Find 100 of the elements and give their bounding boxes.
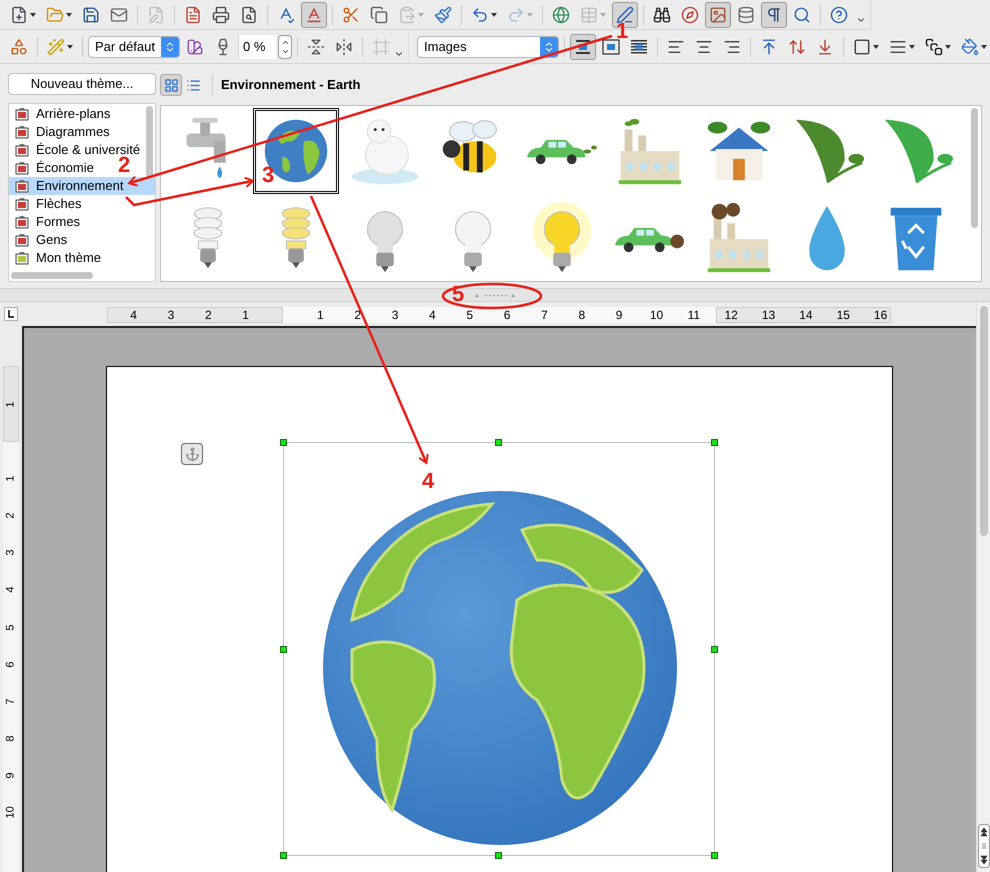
theme-list-item[interactable]: Formes <box>9 213 82 231</box>
printer-icon <box>212 6 230 24</box>
new-document-icon <box>10 6 28 24</box>
wand-icon <box>47 38 65 56</box>
flip-vertical-icon <box>307 38 325 56</box>
tab-stop-icon[interactable] <box>4 307 18 321</box>
theme-label: Mon thème <box>36 249 102 268</box>
ruler-label: 9 <box>6 771 16 780</box>
binoculars-icon <box>653 6 671 24</box>
resize-handle[interactable] <box>280 439 287 446</box>
align-bottom-icon <box>816 38 834 56</box>
scrollbar[interactable] <box>146 106 153 178</box>
border-icon <box>853 38 871 56</box>
new-theme-button[interactable]: Nouveau thème... <box>8 73 156 95</box>
caret-icon <box>873 44 879 48</box>
theme-list-item[interactable]: Diagrammes <box>9 123 112 141</box>
icon-view-button[interactable] <box>160 74 182 96</box>
shapes-icon <box>10 38 28 56</box>
annotation-number: 3 <box>262 164 274 186</box>
theme-icon <box>15 143 29 157</box>
align-middle-icon <box>788 38 806 56</box>
scrollbar-thumb[interactable] <box>980 306 988 536</box>
theme-list-item[interactable]: Environnement <box>9 177 155 195</box>
anchor-icon[interactable] <box>181 443 203 465</box>
theme-label: Économie <box>36 159 94 178</box>
folder-icon <box>46 6 64 24</box>
resize-handle[interactable] <box>495 439 502 446</box>
dropdown-select[interactable]: Images <box>417 36 559 58</box>
caret-icon <box>600 12 606 16</box>
toolbar-button[interactable] <box>761 2 787 28</box>
ruler-label: 2 <box>204 308 212 322</box>
ruler-label: 12 <box>724 308 738 322</box>
globe-icon <box>552 6 570 24</box>
theme-icon <box>15 125 29 139</box>
ruler-label: 1 <box>6 400 16 410</box>
scrollbar[interactable] <box>11 272 93 279</box>
align-top-icon <box>760 38 778 56</box>
scissors-icon <box>342 6 360 24</box>
caret-icon <box>527 12 533 16</box>
help-icon <box>830 6 848 24</box>
grid-icon <box>164 78 178 92</box>
dropdown-select[interactable]: Par défaut <box>88 36 180 58</box>
theme-list-item[interactable]: Arrière-plans <box>9 105 112 123</box>
spin-button[interactable] <box>278 34 292 58</box>
resize-handle[interactable] <box>495 852 502 859</box>
input-field[interactable]: 0 % <box>238 34 276 58</box>
paint-bucket-icon <box>961 38 979 56</box>
resize-handle[interactable] <box>280 646 287 653</box>
table-icon <box>580 6 598 24</box>
undo-icon <box>471 6 489 24</box>
resize-handle[interactable] <box>711 646 718 653</box>
pdf-icon <box>184 6 202 24</box>
resize-handle[interactable] <box>711 852 718 859</box>
page-navigation-icon[interactable] <box>978 824 990 868</box>
redo-icon <box>507 6 525 24</box>
annotation-number: 4 <box>422 470 434 492</box>
frame-icon <box>372 38 390 56</box>
theme-list-item[interactable]: Gens <box>9 231 70 249</box>
select-value: Par défaut <box>95 38 155 56</box>
caret-icon <box>909 44 915 48</box>
theme-list-item[interactable]: Flèches <box>9 195 84 213</box>
caret-icon <box>66 12 72 16</box>
shadow-icon <box>925 38 943 56</box>
ruler-label: 4 <box>429 308 436 322</box>
ruler-label: 6 <box>6 660 16 670</box>
mail-icon <box>110 6 128 24</box>
resize-handle[interactable] <box>280 852 287 859</box>
wrap-off-icon <box>574 38 592 54</box>
theme-label: Arrière-plans <box>36 105 110 124</box>
resize-handle[interactable] <box>711 439 718 446</box>
theme-label: Gens <box>36 231 68 250</box>
ruler-label: 1 <box>6 474 16 484</box>
theme-list-item[interactable]: Économie <box>9 159 96 177</box>
theme-icon <box>15 251 29 265</box>
toolbar-button[interactable] <box>570 34 596 60</box>
scrollbar[interactable] <box>976 302 990 872</box>
caret-icon <box>945 44 951 48</box>
ruler-label: 11 <box>688 308 700 322</box>
scrollbar[interactable] <box>971 108 978 228</box>
search-icon <box>793 6 811 24</box>
ruler-label: 14 <box>799 308 813 322</box>
theme-icon <box>15 197 29 211</box>
theme-list-item[interactable]: Mon thème <box>9 249 104 267</box>
theme-label: Environnement <box>36 177 124 196</box>
theme-icon <box>15 107 29 121</box>
ruler-label: 7 <box>541 308 548 322</box>
flip-horizontal-icon <box>335 38 353 56</box>
pilcrow-icon <box>765 6 783 24</box>
copy-icon <box>370 6 388 24</box>
image-frame[interactable] <box>283 442 715 856</box>
theme-icon <box>15 161 29 175</box>
caret-icon <box>67 44 73 48</box>
wrap-through-icon <box>630 38 648 54</box>
picture-icon <box>709 6 727 24</box>
ruler-label: 9 <box>616 308 622 322</box>
paintbrush-icon <box>434 6 452 24</box>
ruler-label: 5 <box>6 622 16 632</box>
gallery-title: Environnement - Earth <box>221 76 360 94</box>
color-bar-icon <box>186 38 204 56</box>
pen-icon <box>616 6 634 24</box>
